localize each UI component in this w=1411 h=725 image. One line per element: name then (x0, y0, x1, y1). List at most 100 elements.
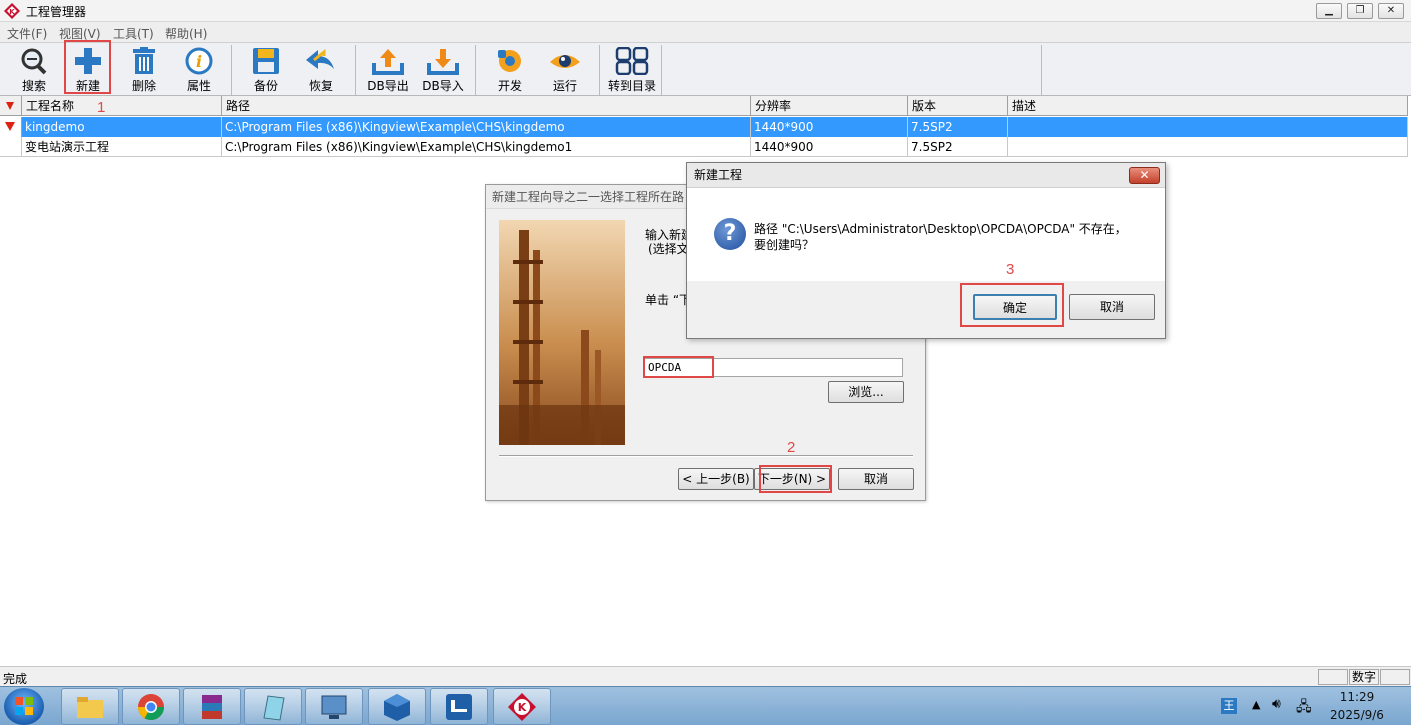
windows-logo-icon (15, 697, 33, 715)
db-import-button[interactable]: DB导入 (417, 45, 469, 93)
taskbar-app-blue[interactable] (430, 688, 488, 725)
table-row-substation[interactable]: 变电站演示工程 C:\Program Files (x86)\Kingview\… (0, 137, 1408, 157)
browse-button[interactable]: 浏览... (828, 381, 904, 403)
kingview-taskbar-icon: K (508, 693, 536, 721)
refinery-illustration-icon (499, 230, 625, 445)
dialog-title: 新建工程 (687, 163, 1165, 188)
cell-path: C:\Program Files (x86)\Kingview\Example\… (222, 117, 751, 137)
create-path-confirm-dialog: 新建工程 ✕ ? 路径 "C:\Users\Administrator\Desk… (686, 162, 1166, 339)
table-header: 工程名称 路径 分辨率 版本 描述 (0, 96, 1408, 116)
header-path[interactable]: 路径 (222, 96, 751, 116)
grid-folders-icon (615, 47, 649, 75)
dialog-body: ? 路径 "C:\Users\Administrator\Desktop\OPC… (687, 188, 1165, 281)
taskbar-kingview[interactable]: K (493, 688, 551, 725)
winrar-icon (202, 695, 222, 719)
menu-tools[interactable]: 工具(T) (113, 25, 154, 42)
status-bar: 完成 数字 (0, 666, 1411, 686)
delete-button[interactable]: 删除 (118, 45, 170, 93)
taskbar: K 王 ▲ 🔊︎ 🖧︎ 11:29 2025/9/6 (0, 686, 1411, 725)
network-icon[interactable]: 🖧︎ (1296, 696, 1312, 720)
opc-cube-icon (384, 694, 410, 721)
cell-path: C:\Program Files (x86)\Kingview\Example\… (222, 137, 751, 157)
taskbar-notepad[interactable] (244, 688, 302, 725)
header-version[interactable]: 版本 (908, 96, 1008, 116)
chrome-icon (138, 694, 164, 720)
annotation-number-3: 3 (1006, 261, 1015, 278)
clock-time[interactable]: 11:29 (1322, 690, 1392, 704)
eye-icon (550, 55, 580, 68)
minimize-button[interactable]: ▁ (1316, 3, 1342, 19)
control-panel-icon (321, 695, 347, 719)
header-resolution[interactable]: 分辨率 (751, 96, 908, 116)
annotation-number-2: 2 (787, 439, 796, 456)
menu-file[interactable]: 文件(F) (7, 25, 47, 42)
menu-bar: 文件(F) 视图(V) 工具(T) 帮助(H) (0, 22, 1411, 42)
develop-gear-icon (498, 50, 521, 72)
status-cell-empty (1318, 669, 1348, 685)
toolbar-group-empty (662, 45, 1042, 95)
search-icon (21, 48, 47, 75)
goto-directory-button[interactable]: 转到目录 (603, 45, 661, 93)
cell-version: 7.5SP2 (908, 117, 1008, 137)
header-flag-column[interactable] (0, 96, 22, 116)
develop-button[interactable]: 开发 (484, 45, 536, 93)
status-cell-empty-2 (1380, 669, 1410, 685)
backup-button[interactable]: 备份 (240, 45, 292, 93)
taskbar-control-panel[interactable] (305, 688, 363, 725)
properties-button[interactable]: i 属性 (173, 45, 225, 93)
ime-icon[interactable]: 王 (1221, 698, 1237, 714)
dialog-cancel-button[interactable]: 取消 (1069, 294, 1155, 320)
annotation-box-next (759, 465, 832, 493)
volume-icon[interactable]: 🔊︎ (1272, 696, 1281, 712)
dialog-close-button[interactable]: ✕ (1129, 167, 1160, 184)
cell-description (1008, 137, 1408, 157)
question-icon: ? (714, 218, 746, 250)
cell-resolution: 1440*900 (751, 137, 908, 157)
search-button[interactable]: 搜索 (8, 45, 60, 93)
status-numlock: 数字 (1349, 669, 1379, 685)
svg-text:K: K (9, 8, 15, 16)
wizard-instruction-2: (选择文 (648, 242, 689, 256)
download-tray-icon (427, 49, 459, 75)
header-project-name[interactable]: 工程名称 (22, 96, 222, 116)
taskbar-chrome[interactable] (122, 688, 180, 725)
svg-text:i: i (196, 52, 202, 71)
annotation-box-ok (960, 283, 1064, 327)
cell-version: 7.5SP2 (908, 137, 1008, 157)
info-icon: i (185, 47, 213, 75)
trash-icon (133, 47, 155, 74)
taskbar-opc[interactable] (368, 688, 426, 725)
wizard-cancel-button[interactable]: 取消 (838, 468, 914, 490)
clock-date[interactable]: 2025/9/6 (1322, 708, 1392, 722)
dialog-message-line-2: 要创建吗？ (754, 238, 815, 252)
kingview-logo-icon: K (4, 3, 20, 19)
taskbar-explorer[interactable] (61, 688, 119, 725)
start-button[interactable] (4, 688, 44, 725)
restore-button[interactable]: ❐ (1347, 3, 1373, 19)
menu-help[interactable]: 帮助(H) (165, 25, 207, 42)
cell-resolution: 1440*900 (751, 117, 908, 137)
cell-description (1008, 117, 1408, 137)
double-back-arrow-icon (306, 48, 334, 69)
blue-window-icon (446, 694, 472, 720)
toolbar: 搜索 新建 删除 i 属性 备份 恢复 DB导出 DB导入 开发 运行 转到目录 (0, 42, 1411, 96)
notepad-icon (263, 695, 285, 721)
annotation-number-1: 1 (97, 99, 106, 116)
floppy-disk-icon (253, 48, 279, 74)
flag-icon (6, 102, 14, 110)
back-button[interactable]: < 上一步(B) (678, 468, 754, 490)
restore-button-toolbar[interactable]: 恢复 (295, 45, 347, 93)
wizard-instruction-3: 单击 “下 (645, 293, 692, 307)
cell-project-name: kingdemo (22, 117, 222, 137)
taskbar-winrar[interactable] (183, 688, 241, 725)
annotation-box-new (64, 40, 111, 94)
current-project-flag-icon (5, 122, 15, 131)
tray-expand-icon[interactable]: ▲ (1252, 698, 1260, 711)
db-export-button[interactable]: DB导出 (362, 45, 414, 93)
close-button[interactable]: ✕ (1378, 3, 1404, 19)
run-button[interactable]: 运行 (539, 45, 591, 93)
table-row-kingdemo[interactable]: kingdemo C:\Program Files (x86)\Kingview… (0, 117, 1408, 137)
header-description[interactable]: 描述 (1008, 96, 1408, 116)
svg-text:K: K (518, 701, 527, 714)
row-flag-cell (0, 137, 22, 157)
